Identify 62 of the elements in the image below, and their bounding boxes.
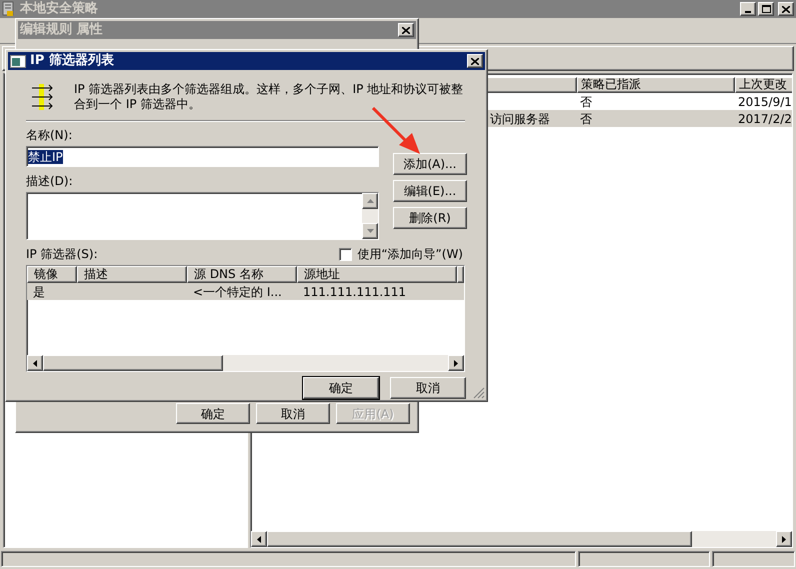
table-cell: 是	[33, 284, 45, 298]
vertical-scrollbar[interactable]	[362, 193, 378, 239]
close-button[interactable]	[778, 2, 794, 16]
down-arrow-icon	[366, 229, 374, 233]
dialog-button[interactable]: 取消	[390, 377, 466, 399]
annotation-arrow	[372, 107, 422, 155]
column-header[interactable]: 镜像	[27, 266, 77, 283]
column-header[interactable]	[457, 266, 464, 283]
right-arrow-icon	[782, 536, 786, 542]
filter-row[interactable]: 是 <一个特定的 I... 111.111.111.111	[27, 283, 464, 300]
table-cell: 否	[580, 112, 592, 126]
right-arrow-icon	[454, 360, 458, 366]
description-label: 描述(D):	[26, 173, 74, 190]
dialog-button[interactable]: 确定	[303, 377, 379, 399]
wizard-label: 使用“添加向导”(W)	[357, 246, 463, 263]
table-cell: 访问服务器	[490, 112, 550, 126]
table-cell: 2017/2/2	[738, 112, 792, 126]
minimize-icon	[745, 11, 751, 13]
resize-grip-icon	[473, 387, 485, 399]
close-icon	[782, 6, 790, 12]
minimize-button[interactable]	[740, 2, 756, 16]
filter-list-icon	[30, 84, 54, 110]
left-arrow-icon	[257, 536, 261, 542]
list-row[interactable]: 访问服务器 否 2017/2/2	[487, 110, 792, 127]
server-icon	[2, 1, 16, 17]
scroll-thumb[interactable]	[43, 355, 223, 371]
table-cell: 111.111.111.111	[303, 284, 406, 298]
horizontal-scrollbar[interactable]	[251, 531, 792, 547]
close-button[interactable]	[467, 54, 483, 68]
scroll-thumb[interactable]	[267, 531, 692, 547]
maximize-icon	[762, 5, 770, 13]
filters-label: IP 筛选器(S):	[26, 246, 98, 263]
maximize-button[interactable]	[758, 2, 774, 16]
column-header[interactable]: 上次更改	[735, 77, 792, 93]
table-cell: 2015/9/1	[738, 94, 792, 108]
side-button[interactable]: 删除(R)	[393, 207, 467, 229]
table-cell: <一个特定的 I...	[193, 284, 282, 298]
column-header[interactable]: 策略已指派	[577, 77, 735, 93]
column-header[interactable]	[487, 77, 577, 93]
column-header[interactable]: 描述	[77, 266, 187, 283]
side-button[interactable]: 添加(A)...	[393, 153, 467, 175]
table-cell: 否	[580, 94, 592, 108]
side-button[interactable]: 编辑(E)...	[393, 180, 467, 202]
window-icon	[10, 54, 26, 68]
close-button[interactable]	[398, 23, 414, 37]
close-icon	[471, 58, 479, 64]
left-arrow-icon	[33, 360, 37, 366]
name-field[interactable]: 禁止IP	[26, 146, 379, 167]
column-header[interactable]: 源地址	[297, 266, 457, 283]
name-label: 名称(N):	[26, 127, 74, 144]
window-title: 编辑规则 属性	[20, 20, 104, 40]
dialog-button[interactable]: 取消	[256, 403, 330, 424]
window-title: IP 筛选器列表	[30, 52, 115, 70]
description-field[interactable]	[26, 192, 379, 240]
close-icon	[402, 26, 410, 34]
up-arrow-icon	[366, 199, 374, 203]
wizard-checkbox[interactable]	[339, 248, 352, 260]
window-title: 本地安全策略	[20, 0, 99, 18]
dialog-button[interactable]: 确定	[176, 403, 250, 424]
horizontal-scrollbar[interactable]	[27, 355, 464, 371]
dialog-description: IP 筛选器列表由多个筛选器组成。这样，多个子网、IP 地址和协议可被整合到一个 IP 筛选器中。	[74, 81, 464, 112]
column-header[interactable]: 源 DNS 名称	[187, 266, 297, 283]
